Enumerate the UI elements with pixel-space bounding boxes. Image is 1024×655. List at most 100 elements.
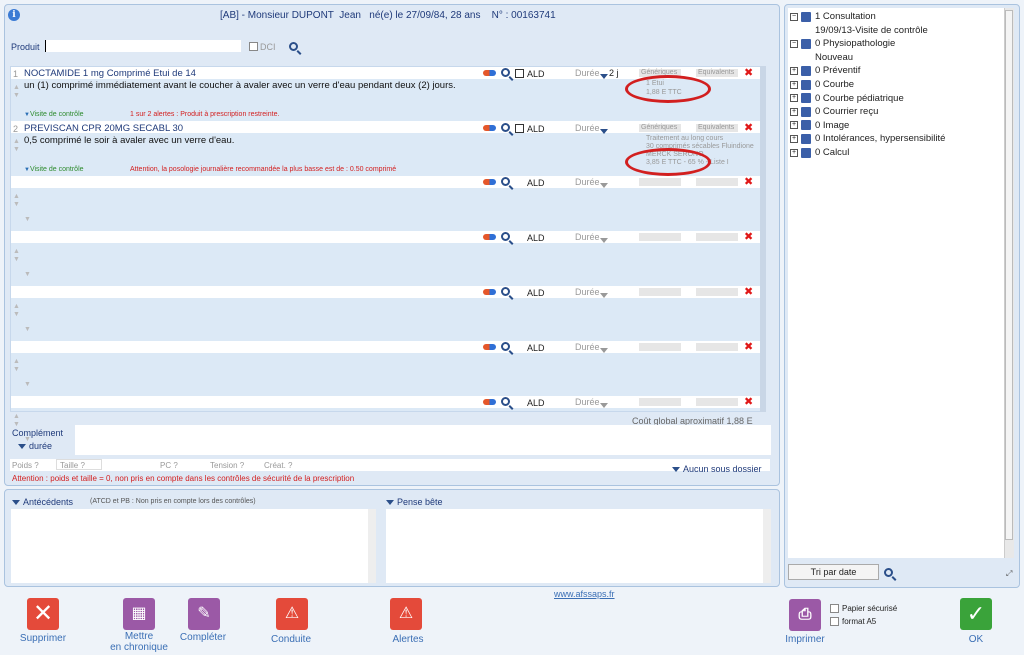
creat-field[interactable]: Créat. ? bbox=[264, 461, 292, 470]
magnifier-icon[interactable] bbox=[501, 123, 510, 132]
expand-toggle-icon[interactable]: + bbox=[790, 121, 798, 130]
tri-button[interactable]: Tri par date bbox=[788, 564, 879, 580]
duree-select[interactable]: Durée bbox=[575, 342, 600, 352]
reorder-arrows[interactable]: ▲ ▼ bbox=[13, 248, 20, 264]
generiques-field[interactable] bbox=[639, 288, 681, 296]
completer-button[interactable]: ✎ bbox=[188, 598, 220, 630]
dci-checkbox[interactable] bbox=[249, 42, 258, 51]
equivalents-field[interactable] bbox=[696, 233, 738, 241]
tree-item[interactable]: −1 Consultation bbox=[790, 10, 876, 23]
visite-link[interactable]: ▼Visite de contrôle bbox=[24, 111, 84, 118]
pense-bete-textarea[interactable] bbox=[386, 509, 771, 583]
equivalents-field[interactable]: Equivalents bbox=[696, 124, 738, 132]
pill-icon[interactable] bbox=[483, 344, 496, 350]
collapse-arrow[interactable]: ▼ bbox=[24, 271, 31, 279]
collapse-arrow[interactable]: ▼ bbox=[24, 326, 31, 334]
supprimer-button[interactable]: ✕ bbox=[27, 598, 59, 630]
afssaps-link[interactable]: www.afssaps.fr bbox=[554, 589, 615, 599]
reorder-arrows[interactable]: ▲ ▼ bbox=[13, 303, 20, 319]
posology-text[interactable]: un (1) comprimé immédiatement avant le c… bbox=[24, 80, 456, 91]
delete-line-icon[interactable]: ✖ bbox=[744, 395, 753, 408]
magnifier-icon[interactable] bbox=[501, 287, 510, 296]
equivalents-field[interactable] bbox=[696, 288, 738, 296]
generiques-field[interactable] bbox=[639, 398, 681, 406]
reorder-arrows[interactable]: ▲ ▼ bbox=[13, 138, 20, 154]
pill-icon[interactable] bbox=[483, 125, 496, 131]
expand-toggle-icon[interactable]: + bbox=[790, 80, 798, 89]
expand-toggle-icon[interactable]: + bbox=[790, 94, 798, 103]
generiques-field[interactable] bbox=[639, 178, 681, 186]
generiques-field[interactable] bbox=[639, 233, 681, 241]
produit-input[interactable] bbox=[45, 40, 241, 52]
equivalents-field[interactable] bbox=[696, 178, 738, 186]
pill-icon[interactable] bbox=[483, 289, 496, 295]
tree-item[interactable]: Nouveau bbox=[815, 51, 853, 64]
expand-toggle-icon[interactable]: − bbox=[790, 39, 798, 48]
equivalents-field[interactable] bbox=[696, 398, 738, 406]
drug-name[interactable]: NOCTAMIDE 1 mg Comprimé Etui de 14 bbox=[24, 68, 196, 79]
equivalents-field[interactable] bbox=[696, 343, 738, 351]
delete-line-icon[interactable]: ✖ bbox=[744, 230, 753, 243]
equivalents-field[interactable]: Equivalents bbox=[696, 69, 738, 77]
format-checkbox[interactable] bbox=[830, 617, 839, 626]
pill-icon[interactable] bbox=[483, 70, 496, 76]
duree-select[interactable]: Durée bbox=[575, 68, 600, 78]
expand-toggle-icon[interactable]: + bbox=[790, 66, 798, 75]
tree-item[interactable]: +0 Courbe pédiatrique bbox=[790, 92, 904, 105]
delete-line-icon[interactable]: ✖ bbox=[744, 285, 753, 298]
conduite-button[interactable]: ⚠ bbox=[276, 598, 308, 630]
pill-icon[interactable] bbox=[483, 399, 496, 405]
reorder-arrows[interactable]: ▲ ▼ bbox=[13, 413, 20, 429]
pill-icon[interactable] bbox=[483, 179, 496, 185]
reorder-arrows[interactable]: ▲ ▼ bbox=[13, 84, 20, 100]
expand-toggle-icon[interactable]: + bbox=[790, 148, 798, 157]
sous-dossier-toggle[interactable]: Aucun sous dossier bbox=[672, 464, 762, 474]
alertes-button[interactable]: ⚠ bbox=[390, 598, 422, 630]
posology-text[interactable]: 0,5 comprimé le soir à avaler avec un ve… bbox=[24, 135, 234, 146]
duree-select[interactable]: Durée bbox=[575, 177, 600, 187]
expand-toggle-icon[interactable]: − bbox=[790, 12, 798, 21]
magnifier-icon[interactable] bbox=[501, 342, 510, 351]
reorder-arrows[interactable]: ▲ ▼ bbox=[13, 193, 20, 209]
tree-item[interactable]: +0 Préventif bbox=[790, 64, 860, 77]
collapse-arrow[interactable]: ▼ bbox=[24, 216, 31, 224]
tree-item[interactable]: +0 Calcul bbox=[790, 146, 849, 159]
delete-line-icon[interactable]: ✖ bbox=[744, 121, 753, 134]
search-icon[interactable] bbox=[289, 42, 298, 51]
expand-icon[interactable]: ⤢ bbox=[1006, 569, 1012, 579]
generiques-field[interactable]: Génériques bbox=[639, 124, 681, 132]
antecedents-textarea[interactable] bbox=[11, 509, 376, 583]
tree-item[interactable]: +0 Courbe bbox=[790, 78, 854, 91]
delete-line-icon[interactable]: ✖ bbox=[744, 175, 753, 188]
ok-button[interactable]: ✓ bbox=[960, 598, 992, 630]
tree-item[interactable]: +0 Courrier reçu bbox=[790, 105, 878, 118]
collapse-arrow[interactable]: ▼ bbox=[24, 381, 31, 389]
magnifier-icon[interactable] bbox=[501, 68, 510, 77]
complement-input[interactable] bbox=[75, 425, 771, 455]
list-scrollbar[interactable] bbox=[760, 66, 766, 412]
ald-checkbox[interactable] bbox=[515, 69, 524, 78]
info-icon[interactable]: i bbox=[8, 9, 20, 21]
taille-field[interactable]: Taille ? bbox=[60, 461, 85, 470]
duree-select[interactable]: Durée bbox=[575, 287, 600, 297]
magnifier-icon[interactable] bbox=[501, 232, 510, 241]
pense-bete-toggle[interactable]: Pense bête bbox=[386, 497, 443, 507]
pill-icon[interactable] bbox=[483, 234, 496, 240]
tree-item[interactable]: 19/09/13-Visite de contrôle bbox=[815, 24, 928, 37]
chronique-button[interactable]: ▦ bbox=[123, 598, 155, 630]
magnifier-icon[interactable] bbox=[501, 397, 510, 406]
ald-checkbox[interactable] bbox=[515, 124, 524, 133]
generiques-field[interactable] bbox=[639, 343, 681, 351]
pc-field[interactable]: PC ? bbox=[160, 461, 178, 470]
expand-toggle-icon[interactable]: + bbox=[790, 134, 798, 143]
duree-select[interactable]: Durée bbox=[575, 123, 600, 133]
tree-item[interactable]: +0 Intolérances, hypersensibilité bbox=[790, 132, 945, 145]
poids-field[interactable]: Poids ? bbox=[12, 461, 39, 470]
drug-name[interactable]: PREVISCAN CPR 20MG SECABL 30 bbox=[24, 123, 183, 134]
delete-line-icon[interactable]: ✖ bbox=[744, 66, 753, 79]
antecedents-toggle[interactable]: Antécédents bbox=[12, 497, 73, 507]
tree-item[interactable]: −0 Physiopathologie bbox=[790, 37, 895, 50]
imprimer-button[interactable]: ⎙ bbox=[789, 599, 821, 631]
delete-line-icon[interactable]: ✖ bbox=[744, 340, 753, 353]
duree-select[interactable]: Durée bbox=[575, 232, 600, 242]
